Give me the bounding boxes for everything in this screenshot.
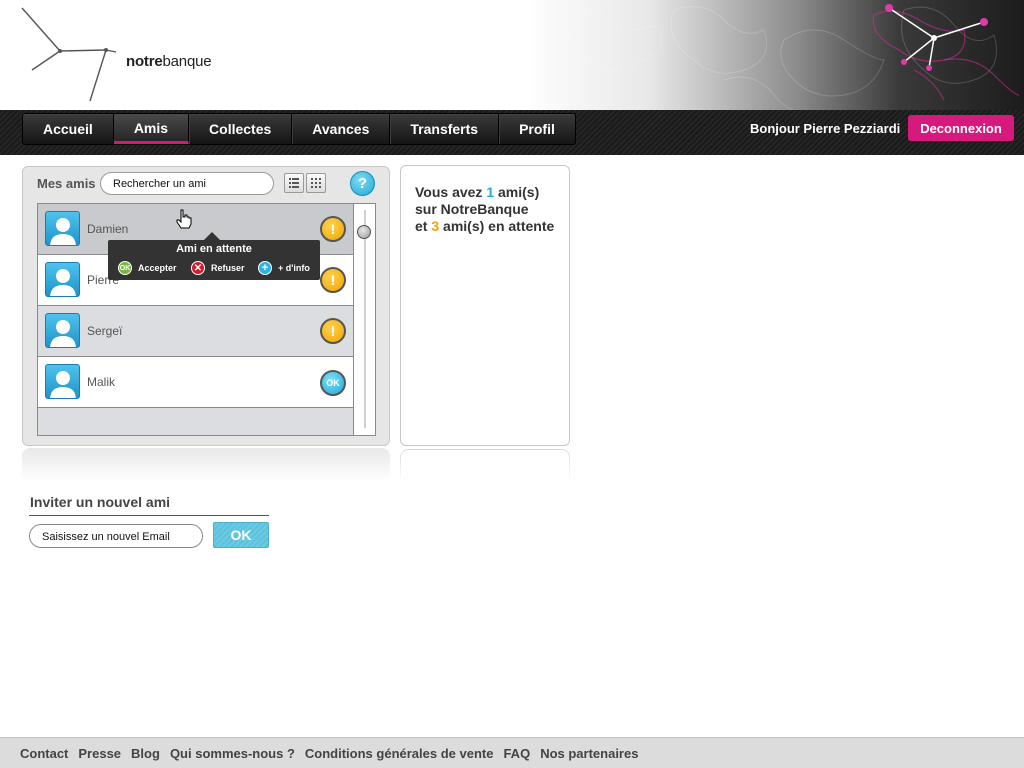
nav-item-accueil[interactable]: Accueil — [23, 114, 114, 144]
plus-icon: + — [258, 261, 272, 275]
summary-line3-pre: et — [415, 218, 432, 234]
list-view-icon — [289, 178, 299, 188]
nav-item-collectes[interactable]: Collectes — [189, 114, 293, 144]
footer-link-faq[interactable]: FAQ — [503, 746, 530, 761]
grid-view-icon — [311, 178, 321, 188]
tooltip-title: Ami en attente — [176, 243, 252, 255]
network-graphic-icon — [563, 4, 1020, 110]
friends-panel-reflection — [22, 448, 390, 482]
grid-view-button[interactable] — [306, 173, 326, 193]
friend-search-input[interactable]: Rechercher un ami — [100, 172, 274, 195]
user-greeting: Bonjour Pierre Pezziardi — [750, 121, 901, 136]
user-avatar-icon — [50, 371, 76, 398]
friend-name: Damien — [87, 222, 129, 236]
user-avatar-icon — [50, 218, 76, 245]
refuse-label: Refuser — [211, 263, 245, 273]
user-avatar-icon — [50, 269, 76, 296]
footer-link-cgv[interactable]: Conditions générales de vente — [305, 746, 494, 761]
hand-cursor-icon — [176, 209, 192, 234]
invite-title: Inviter un nouvel ami — [30, 494, 171, 510]
footer-link-blog[interactable]: Blog — [131, 746, 160, 761]
list-view-button[interactable] — [284, 173, 304, 193]
summary-line1-post: ami(s) — [494, 184, 540, 200]
nav-item-avances[interactable]: Avances — [292, 114, 391, 144]
refuse-icon: ✕ — [191, 261, 205, 275]
friends-panel-title: Mes amis — [37, 176, 96, 191]
friends-scrollbar[interactable] — [353, 204, 375, 435]
pending-friend-tooltip: Ami en attente OK Accepter ✕ Refuser + +… — [108, 232, 320, 280]
invite-ok-button[interactable]: OK — [213, 522, 269, 548]
logout-button[interactable]: Deconnexion — [908, 115, 1014, 141]
summary-line2: sur NotreBanque — [415, 201, 529, 217]
accept-friend-button[interactable]: OK Accepter — [118, 261, 177, 275]
summary-panel-reflection — [400, 449, 570, 481]
footer: Contact Presse Blog Qui sommes-nous ? Co… — [0, 737, 1024, 768]
refuse-friend-button[interactable]: ✕ Refuser — [191, 261, 245, 275]
avatar — [45, 364, 80, 399]
pending-status-icon[interactable]: ! — [320, 216, 346, 242]
user-avatar-icon — [50, 320, 76, 347]
footer-link-contact[interactable]: Contact — [20, 746, 68, 761]
avatar — [45, 262, 80, 297]
accept-label: Accepter — [138, 263, 177, 273]
invite-email-input[interactable]: Saisissez un nouvel Email — [29, 524, 203, 548]
invite-divider — [29, 515, 269, 516]
nav-item-transferts[interactable]: Transferts — [390, 114, 500, 144]
friend-name: Sergeï — [87, 324, 123, 338]
friends-panel: Mes amis Rechercher un ami ? Damien ! Pi… — [22, 166, 390, 446]
friends-count: 1 — [486, 184, 495, 200]
friend-row-sergei[interactable]: Sergeï ! — [38, 306, 353, 357]
accepted-status-icon[interactable]: OK — [320, 370, 346, 396]
avatar — [45, 313, 80, 348]
more-info-button[interactable]: + + d'info — [258, 261, 310, 275]
navbar: Accueil Amis Collectes Avances Transfert… — [0, 110, 1024, 155]
main-nav: Accueil Amis Collectes Avances Transfert… — [22, 113, 576, 145]
more-info-label: + d'info — [278, 263, 310, 273]
summary-line1-pre: Vous avez — [415, 184, 487, 200]
footer-link-presse[interactable]: Presse — [78, 746, 121, 761]
summary-line3-post: ami(s) en attente — [439, 218, 555, 234]
scroll-track-line — [364, 210, 366, 428]
nav-item-profil[interactable]: Profil — [499, 114, 575, 144]
header-banner — [524, 0, 1024, 110]
header: notrebanque — [0, 0, 1024, 110]
friend-row-malik[interactable]: Malik OK — [38, 357, 353, 408]
friend-name: Malik — [87, 375, 116, 389]
scroll-thumb[interactable] — [357, 225, 371, 239]
avatar — [45, 211, 80, 246]
help-button[interactable]: ? — [350, 171, 375, 196]
logo-text-light: banque — [162, 53, 212, 70]
pending-status-icon[interactable]: ! — [320, 318, 346, 344]
logo[interactable]: notrebanque — [20, 6, 212, 106]
friends-summary-panel: Vous avez 1 ami(s) sur NotreBanque et 3 … — [400, 165, 570, 446]
footer-link-about[interactable]: Qui sommes-nous ? — [170, 746, 295, 761]
logo-text-bold: notre — [126, 53, 163, 70]
nav-item-amis[interactable]: Amis — [113, 114, 190, 144]
accept-icon: OK — [118, 261, 132, 275]
footer-link-partners[interactable]: Nos partenaires — [540, 746, 638, 761]
pending-status-icon[interactable]: ! — [320, 267, 346, 293]
pending-count: 3 — [431, 218, 440, 234]
friends-summary-text: Vous avez 1 ami(s) sur NotreBanque et 3 … — [415, 184, 554, 235]
